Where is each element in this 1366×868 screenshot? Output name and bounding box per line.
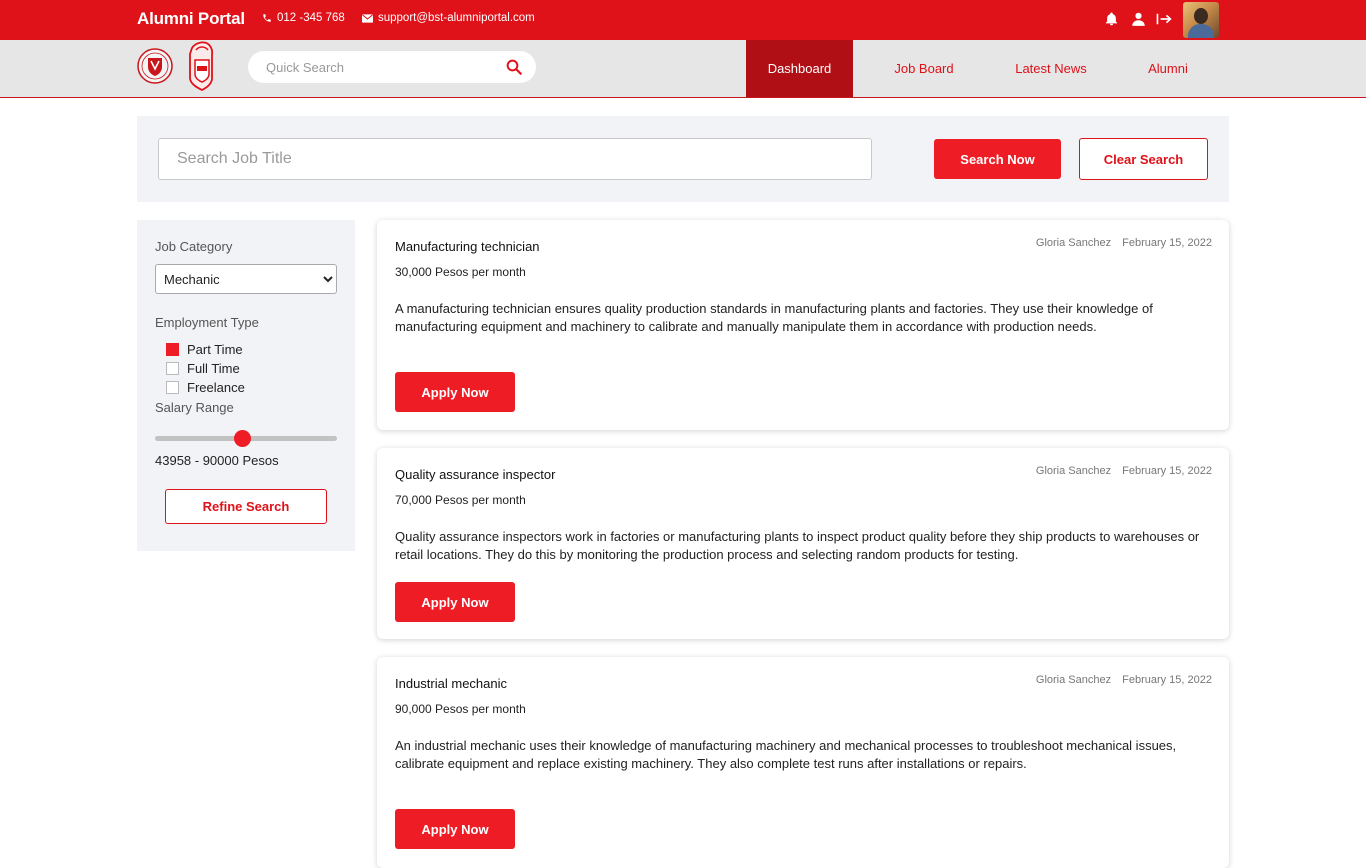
email-contact: support@bst-alumniportal.com <box>362 12 535 24</box>
employment-type-label: Employment Type <box>155 315 259 330</box>
tab-dashboard[interactable]: Dashboard <box>746 40 853 97</box>
checkbox-full-time[interactable]: Full Time <box>166 361 240 376</box>
job-category-select[interactable]: Mechanic <box>155 264 337 294</box>
salary-range-label: Salary Range <box>155 400 234 415</box>
job-meta: Gloria Sanchez February 15, 2022 <box>1036 465 1212 477</box>
salary-range-value: 43958 - 90000 Pesos <box>155 453 279 468</box>
avatar-body <box>1188 24 1214 38</box>
quick-search-input[interactable] <box>266 58 496 76</box>
knight-logo <box>186 40 218 97</box>
phone-icon <box>263 14 271 22</box>
clear-search-button[interactable]: Clear Search <box>1079 138 1208 180</box>
checkbox-label: Full Time <box>187 361 240 376</box>
filter-panel: Job Category Mechanic Employment Type Pa… <box>137 220 355 551</box>
job-title-search-input[interactable] <box>158 138 872 180</box>
job-title: Industrial mechanic <box>395 676 507 691</box>
email-text: support@bst-alumniportal.com <box>378 12 535 24</box>
brand-title: Alumni Portal <box>137 9 245 28</box>
job-salary: 90,000 Pesos per month <box>395 702 526 716</box>
tab-alumni[interactable]: Alumni <box>1122 40 1214 97</box>
user-icon[interactable] <box>1129 10 1147 28</box>
checkbox-label: Part Time <box>187 342 243 357</box>
apply-now-button[interactable]: Apply Now <box>395 372 515 412</box>
salary-slider-thumb[interactable] <box>233 430 251 447</box>
job-title: Manufacturing technician <box>395 239 540 254</box>
mail-icon <box>362 13 373 23</box>
job-meta: Gloria Sanchez February 15, 2022 <box>1036 237 1212 249</box>
job-description: An industrial mechanic uses their knowle… <box>395 738 1177 771</box>
job-author: Gloria Sanchez <box>1035 465 1112 477</box>
tab-latest-news[interactable]: Latest News <box>998 40 1104 97</box>
bell-icon[interactable] <box>1102 10 1120 28</box>
job-author: Gloria Sanchez <box>1035 237 1112 249</box>
phone-text: 012 -345 768 <box>277 12 345 24</box>
job-card: Manufacturing technician Gloria Sanchez … <box>377 220 1229 430</box>
checkbox-label: Freelance <box>187 380 245 395</box>
avatar-head <box>1194 8 1208 24</box>
apply-now-button[interactable]: Apply Now <box>395 809 515 849</box>
tab-job-board[interactable]: Job Board <box>872 40 976 97</box>
job-title: Quality assurance inspector <box>395 467 556 482</box>
job-salary: 30,000 Pesos per month <box>395 265 526 279</box>
checkbox-freelance[interactable]: Freelance <box>166 380 245 395</box>
job-author: Gloria Sanchez <box>1035 674 1112 686</box>
school-crest-logo <box>137 46 173 91</box>
phone-contact: 012 -345 768 <box>262 12 345 24</box>
job-meta: Gloria Sanchez February 15, 2022 <box>1036 674 1212 686</box>
apply-now-button[interactable]: Apply Now <box>395 582 515 622</box>
checkbox-part-time[interactable]: Part Time <box>166 342 243 357</box>
job-date: February 15, 2022 <box>1122 237 1212 249</box>
job-salary: 70,000 Pesos per month <box>395 493 526 507</box>
job-description: Quality assurance inspectors work in fac… <box>395 529 1200 562</box>
checkbox-unchecked[interactable] <box>166 381 179 394</box>
job-category-label: Job Category <box>155 239 233 254</box>
job-card: Industrial mechanic Gloria Sanchez Febru… <box>377 657 1229 868</box>
checkbox-unchecked[interactable] <box>166 362 179 375</box>
nav-bar: Dashboard Job Board Latest News Alumni <box>0 40 1366 98</box>
job-search-panel: Search Now Clear Search <box>137 116 1229 202</box>
job-date: February 15, 2022 <box>1122 465 1212 477</box>
logout-icon[interactable] <box>1155 10 1173 28</box>
checkbox-checked[interactable] <box>166 343 179 356</box>
avatar[interactable] <box>1183 2 1219 38</box>
quick-search-box <box>248 51 536 83</box>
refine-search-button[interactable]: Refine Search <box>165 489 327 524</box>
job-card: Quality assurance inspector Gloria Sanch… <box>377 448 1229 639</box>
search-icon[interactable] <box>505 58 523 81</box>
top-bar: Alumni Portal 012 -345 768 support@bst-a… <box>0 0 1366 40</box>
job-description: A manufacturing technician ensures quali… <box>395 301 1153 334</box>
search-now-button[interactable]: Search Now <box>934 139 1061 179</box>
job-date: February 15, 2022 <box>1122 674 1212 686</box>
